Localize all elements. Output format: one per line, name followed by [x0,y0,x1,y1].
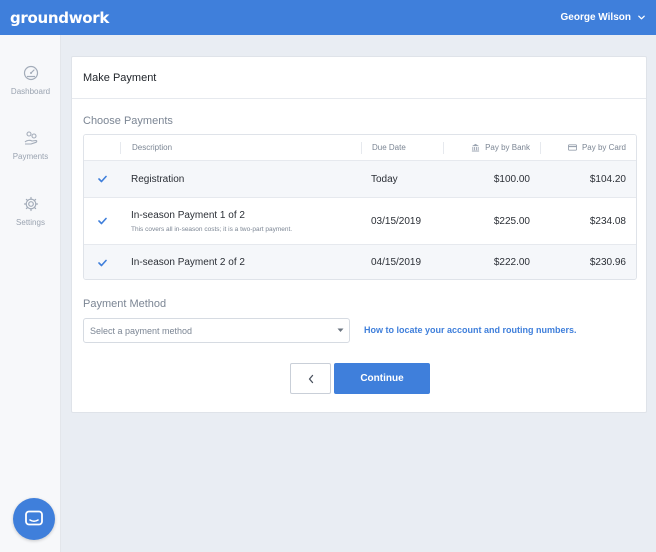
back-button[interactable] [290,363,331,394]
checkmark-icon [97,175,107,183]
caret-down-icon [337,328,344,332]
sidebar-item-label: Dashboard [10,87,51,96]
column-header-pay-by-card: Pay by Card [540,141,636,154]
row-bank-amount: $225.00 [493,215,530,227]
choose-payments-title: Choose Payments [83,115,173,127]
row-checkbox[interactable] [97,174,107,184]
table-header: Description Due Date Pay by Bank Pay by … [84,135,636,161]
payment-method-title: Payment Method [83,298,167,310]
chat-bubble-icon [25,510,43,526]
sidebar-item-dashboard[interactable]: Dashboard [0,65,61,96]
sidebar-item-label: Settings [16,218,45,227]
checkmark-icon [97,217,107,225]
sidebar-item-label: Payments [12,152,49,161]
chevron-down-icon [638,15,645,20]
speedometer-icon [23,65,38,81]
sidebar: Dashboard Payments Settings [0,35,61,552]
card-header: Make Payment [72,57,646,99]
table-row[interactable]: Registration Today $100.00 $104.20 [84,161,636,197]
row-bank-amount: $100.00 [493,173,530,185]
sidebar-item-settings[interactable]: Settings [0,196,61,227]
table-row[interactable]: In-season Payment 2 of 2 04/15/2019 $222… [84,245,636,279]
row-due-date: 04/15/2019 [371,257,422,268]
checkmark-icon [97,259,107,266]
chevron-left-icon [308,374,313,383]
column-header-due-date: Due Date [361,141,443,154]
row-description: Registration [131,173,185,185]
payments-table: Description Due Date Pay by Bank Pay by … [83,134,637,280]
sidebar-item-payments[interactable]: Payments [0,130,61,161]
make-payment-card: Make Payment Choose Payments Description… [71,56,647,413]
column-header-description: Description [120,141,361,154]
row-bank-amount: $222.00 [493,257,530,268]
row-description: In-season Payment 2 of 2 [131,257,245,268]
top-bar: groundwork George Wilson [0,0,656,35]
row-due-date: Today [371,173,398,185]
payments-icon [24,131,37,145]
row-checkbox[interactable] [97,258,107,268]
bank-icon [471,143,480,152]
routing-help-link[interactable]: How to locate your account and routing n… [364,325,577,335]
continue-button[interactable]: Continue [334,363,430,394]
row-description: In-season Payment 1 of 2 This covers all… [120,210,361,233]
row-note: This covers all in-season costs; it is a… [131,225,293,233]
row-card-amount: $104.20 [589,173,626,185]
credit-card-icon [567,144,577,151]
payment-method-placeholder: Select a payment method [90,325,193,336]
page-title: Make Payment [83,71,157,84]
gear-icon [23,196,38,212]
payment-method-select[interactable]: Select a payment method [83,318,350,343]
row-card-amount: $230.96 [589,257,626,268]
chat-button[interactable] [13,498,55,540]
row-checkbox[interactable] [97,216,107,226]
column-header-pay-by-bank: Pay by Bank [443,141,540,154]
row-due-date: 03/15/2019 [371,215,422,227]
table-row[interactable]: In-season Payment 1 of 2 This covers all… [84,197,636,245]
user-name: George Wilson [560,12,631,23]
user-menu[interactable]: George Wilson [561,12,646,23]
row-card-amount: $234.08 [589,215,626,227]
app-logo[interactable]: groundwork [10,9,109,27]
